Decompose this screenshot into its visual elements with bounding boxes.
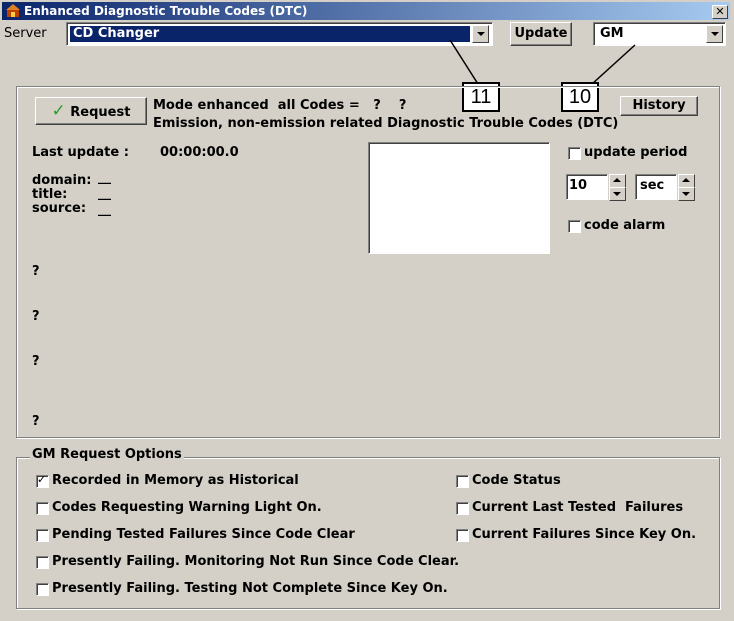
domain-value: __ — [98, 170, 111, 185]
main-panel — [16, 86, 720, 438]
chevron-down-icon[interactable] — [706, 25, 723, 43]
period-input[interactable]: 10 — [566, 174, 608, 200]
manufacturer-value: GM — [600, 26, 624, 41]
request-button[interactable]: ✓ Request — [35, 97, 147, 125]
spinner-up-icon[interactable] — [609, 174, 626, 188]
pending-failures-checkbox[interactable] — [36, 529, 49, 542]
code-status-label: Code Status — [472, 473, 561, 488]
update-period-label: update period — [584, 145, 688, 160]
code-alarm-label: code alarm — [584, 218, 666, 233]
failing-testing-label: Presently Failing. Testing Not Complete … — [52, 581, 448, 596]
recorded-historical-checkbox[interactable] — [36, 473, 49, 488]
title-value: __ — [98, 186, 111, 201]
code-placeholder-4: ? — [32, 414, 40, 429]
recorded-historical-label: Recorded in Memory as Historical — [52, 473, 299, 488]
current-key-failures-label: Current Failures Since Key On. — [472, 527, 697, 542]
source-value: __ — [98, 202, 111, 217]
unit-value: sec — [640, 178, 665, 193]
unit-spinner[interactable] — [678, 174, 695, 201]
last-update-label: Last update : — [32, 145, 129, 160]
failing-monitor-label: Presently Failing. Monitoring Not Run Si… — [52, 554, 460, 569]
update-period-checkbox[interactable] — [568, 147, 581, 160]
gm-options-title: GM Request Options — [30, 447, 184, 462]
close-icon: ✕ — [715, 5, 725, 18]
current-last-failures-checkbox[interactable] — [456, 502, 469, 515]
unit-input[interactable]: sec — [635, 174, 677, 200]
title-bar: Enhanced Diagnostic Trouble Codes (DTC) … — [2, 2, 730, 20]
server-value: CD Changer — [73, 26, 160, 41]
dtc-window: Enhanced Diagnostic Trouble Codes (DTC) … — [0, 0, 734, 621]
code-placeholder-1: ? — [32, 264, 40, 279]
request-button-label: Request — [70, 105, 131, 120]
period-spinner[interactable] — [609, 174, 626, 201]
spinner-down-icon[interactable] — [678, 187, 695, 201]
check-icon: ✓ — [51, 101, 66, 121]
spinner-up-icon[interactable] — [678, 174, 695, 188]
pending-failures-label: Pending Tested Failures Since Code Clear — [52, 527, 355, 542]
code-placeholder-3: ? — [32, 354, 40, 369]
history-button[interactable]: History — [620, 96, 698, 116]
dtc-description: Emission, non-emission related Diagnosti… — [153, 116, 619, 131]
current-key-failures-checkbox[interactable] — [456, 529, 469, 542]
spinner-down-icon[interactable] — [609, 187, 626, 201]
failing-testing-checkbox[interactable] — [36, 583, 49, 596]
warning-light-label: Codes Requesting Warning Light On. — [52, 500, 322, 515]
code-status-checkbox[interactable] — [456, 475, 469, 488]
last-update-value: 00:00:00.0 — [160, 145, 239, 160]
code-output-box — [368, 142, 550, 254]
warning-light-checkbox[interactable] — [36, 502, 49, 515]
code-alarm-checkbox[interactable] — [568, 220, 581, 233]
failing-monitor-checkbox[interactable] — [36, 556, 49, 569]
source-label: source: — [32, 201, 87, 216]
close-button[interactable]: ✕ — [712, 5, 728, 19]
title-label: title: — [32, 187, 68, 202]
mode-line: Mode enhanced all Codes = ? ? — [153, 98, 407, 113]
server-select[interactable]: CD Changer — [66, 22, 493, 46]
domain-label: domain: — [32, 173, 92, 188]
app-icon — [6, 4, 20, 17]
current-last-failures-label: Current Last Tested Failures — [472, 500, 684, 515]
window-title: Enhanced Diagnostic Trouble Codes (DTC) — [24, 4, 308, 18]
server-label: Server — [4, 26, 47, 41]
code-placeholder-2: ? — [32, 309, 40, 324]
period-value: 10 — [569, 178, 588, 193]
